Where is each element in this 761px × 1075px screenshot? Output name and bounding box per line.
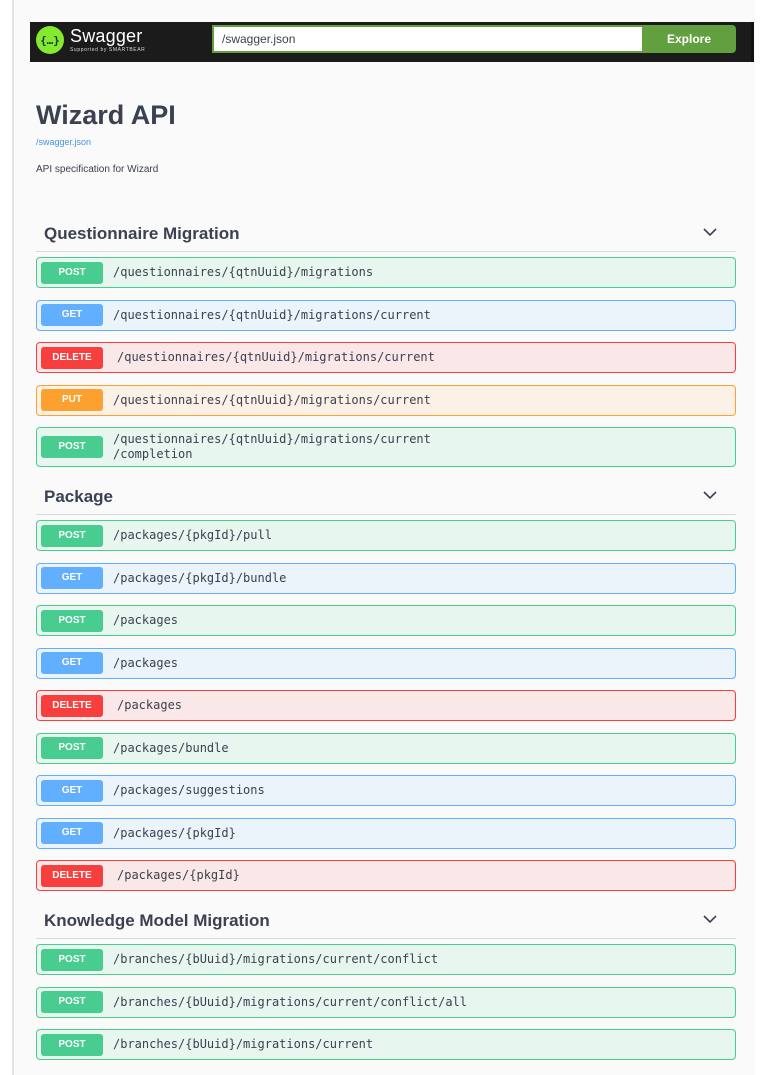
operation-path: /branches/{bUuid}/migrations/current/con… bbox=[113, 952, 439, 966]
operation-path: /questionnaires/{qtnUuid}/migrations bbox=[113, 265, 374, 279]
method-badge: POST bbox=[41, 609, 103, 632]
method-badge: POST bbox=[41, 524, 103, 547]
section-title: Questionnaire Migration bbox=[44, 224, 240, 243]
method-badge: POST bbox=[41, 948, 103, 971]
method-badge: GET bbox=[41, 304, 103, 326]
operation-path: /questionnaires/{qtnUuid}/migrations/cur… bbox=[113, 307, 431, 322]
section-title: Knowledge Model Migration bbox=[44, 911, 270, 930]
operation-row[interactable]: GET/questionnaires/{qtnUuid}/migrations/… bbox=[36, 299, 736, 331]
operation-row[interactable]: GET/packages bbox=[36, 647, 736, 679]
method-badge: POST bbox=[41, 436, 103, 458]
operation-row[interactable]: POST/questionnaires/{qtnUuid}/migrations bbox=[36, 257, 736, 288]
operation-path: /packages/{pkgId} bbox=[117, 868, 240, 882]
chevron-down-icon[interactable] bbox=[702, 913, 718, 925]
chevron-down-icon[interactable] bbox=[702, 489, 718, 501]
operation-row[interactable]: POST/packages/bundle bbox=[36, 732, 736, 764]
operation-row[interactable]: GET/packages/{pkgId} bbox=[36, 817, 736, 849]
logo-name: Swagger bbox=[70, 26, 143, 46]
operation-path: /packages/{pkgId}/pull bbox=[113, 528, 272, 542]
explore-button[interactable]: Explore bbox=[642, 25, 736, 53]
method-badge: GET bbox=[41, 822, 103, 844]
method-badge: GET bbox=[41, 567, 103, 589]
method-badge: DELETE bbox=[41, 864, 103, 887]
method-badge: POST bbox=[41, 991, 103, 1013]
section-title: Package bbox=[44, 487, 113, 506]
operation-path: /branches/{bUuid}/migrations/current bbox=[113, 1037, 374, 1051]
operation-row[interactable]: PUT/questionnaires/{qtnUuid}/migrations/… bbox=[36, 384, 736, 416]
method-badge: POST bbox=[41, 737, 103, 759]
method-badge: GET bbox=[41, 652, 103, 674]
spec-url-input[interactable] bbox=[212, 25, 642, 53]
operation-row[interactable]: POST/branches/{bUuid}/migrations/current… bbox=[36, 944, 736, 975]
operation-row[interactable]: POST/questionnaires/{qtnUuid}/migrations… bbox=[36, 427, 736, 467]
swagger-logo-icon: {…} bbox=[36, 26, 64, 54]
operation-row[interactable]: POST/packages bbox=[36, 605, 736, 636]
operation-row[interactable]: POST/branches/{bUuid}/migrations/current bbox=[36, 1029, 736, 1060]
operation-path: /questionnaires/{qtnUuid}/migrations/cur… bbox=[113, 432, 431, 461]
operation-path: /questionnaires/{qtnUuid}/migrations/cur… bbox=[113, 392, 431, 407]
logo-subtitle: Supported by SMARTBEAR bbox=[70, 47, 146, 53]
operation-row[interactable]: DELETE/packages/{pkgId} bbox=[36, 860, 736, 891]
operation-path: /questionnaires/{qtnUuid}/migrations/cur… bbox=[117, 350, 435, 364]
method-badge: DELETE bbox=[41, 346, 103, 369]
operation-path: /packages/bundle bbox=[113, 740, 229, 755]
method-badge: DELETE bbox=[41, 694, 103, 717]
topbar: {…} Swagger Supported by SMARTBEAR Explo… bbox=[30, 22, 754, 62]
method-badge: POST bbox=[41, 1033, 103, 1056]
api-description: API specification for Wizard bbox=[36, 164, 159, 175]
operation-path: /packages bbox=[117, 698, 183, 712]
operation-path: /packages/suggestions bbox=[113, 783, 265, 797]
section-header[interactable]: Knowledge Model Migration bbox=[36, 901, 736, 939]
operation-path: /packages bbox=[113, 613, 179, 627]
operation-row[interactable]: GET/packages/{pkgId}/bundle bbox=[36, 562, 736, 594]
page-title: Wizard API bbox=[36, 100, 176, 130]
method-badge: GET bbox=[41, 779, 103, 802]
operation-row[interactable]: DELETE/questionnaires/{qtnUuid}/migratio… bbox=[36, 342, 736, 373]
method-badge: PUT bbox=[41, 389, 103, 411]
operation-path: /packages/{pkgId}/bundle bbox=[113, 570, 287, 585]
section-header[interactable]: Package bbox=[36, 477, 736, 515]
operation-row[interactable]: POST/branches/{bUuid}/migrations/current… bbox=[36, 986, 736, 1018]
operation-row[interactable]: DELETE/packages bbox=[36, 690, 736, 721]
section-header[interactable]: Questionnaire Migration bbox=[36, 214, 736, 252]
operation-path: /packages bbox=[113, 655, 179, 670]
chevron-down-icon[interactable] bbox=[702, 226, 718, 238]
operation-path: /branches/{bUuid}/migrations/current/con… bbox=[113, 994, 468, 1009]
method-badge: POST bbox=[41, 261, 103, 284]
operation-row[interactable]: POST/packages/{pkgId}/pull bbox=[36, 520, 736, 551]
operation-path: /packages/{pkgId} bbox=[113, 825, 236, 840]
spec-link[interactable]: /swagger.json bbox=[36, 137, 91, 147]
swagger-logo[interactable]: {…} Swagger Supported by SMARTBEAR bbox=[36, 26, 196, 58]
operation-row[interactable]: GET/packages/suggestions bbox=[36, 775, 736, 806]
